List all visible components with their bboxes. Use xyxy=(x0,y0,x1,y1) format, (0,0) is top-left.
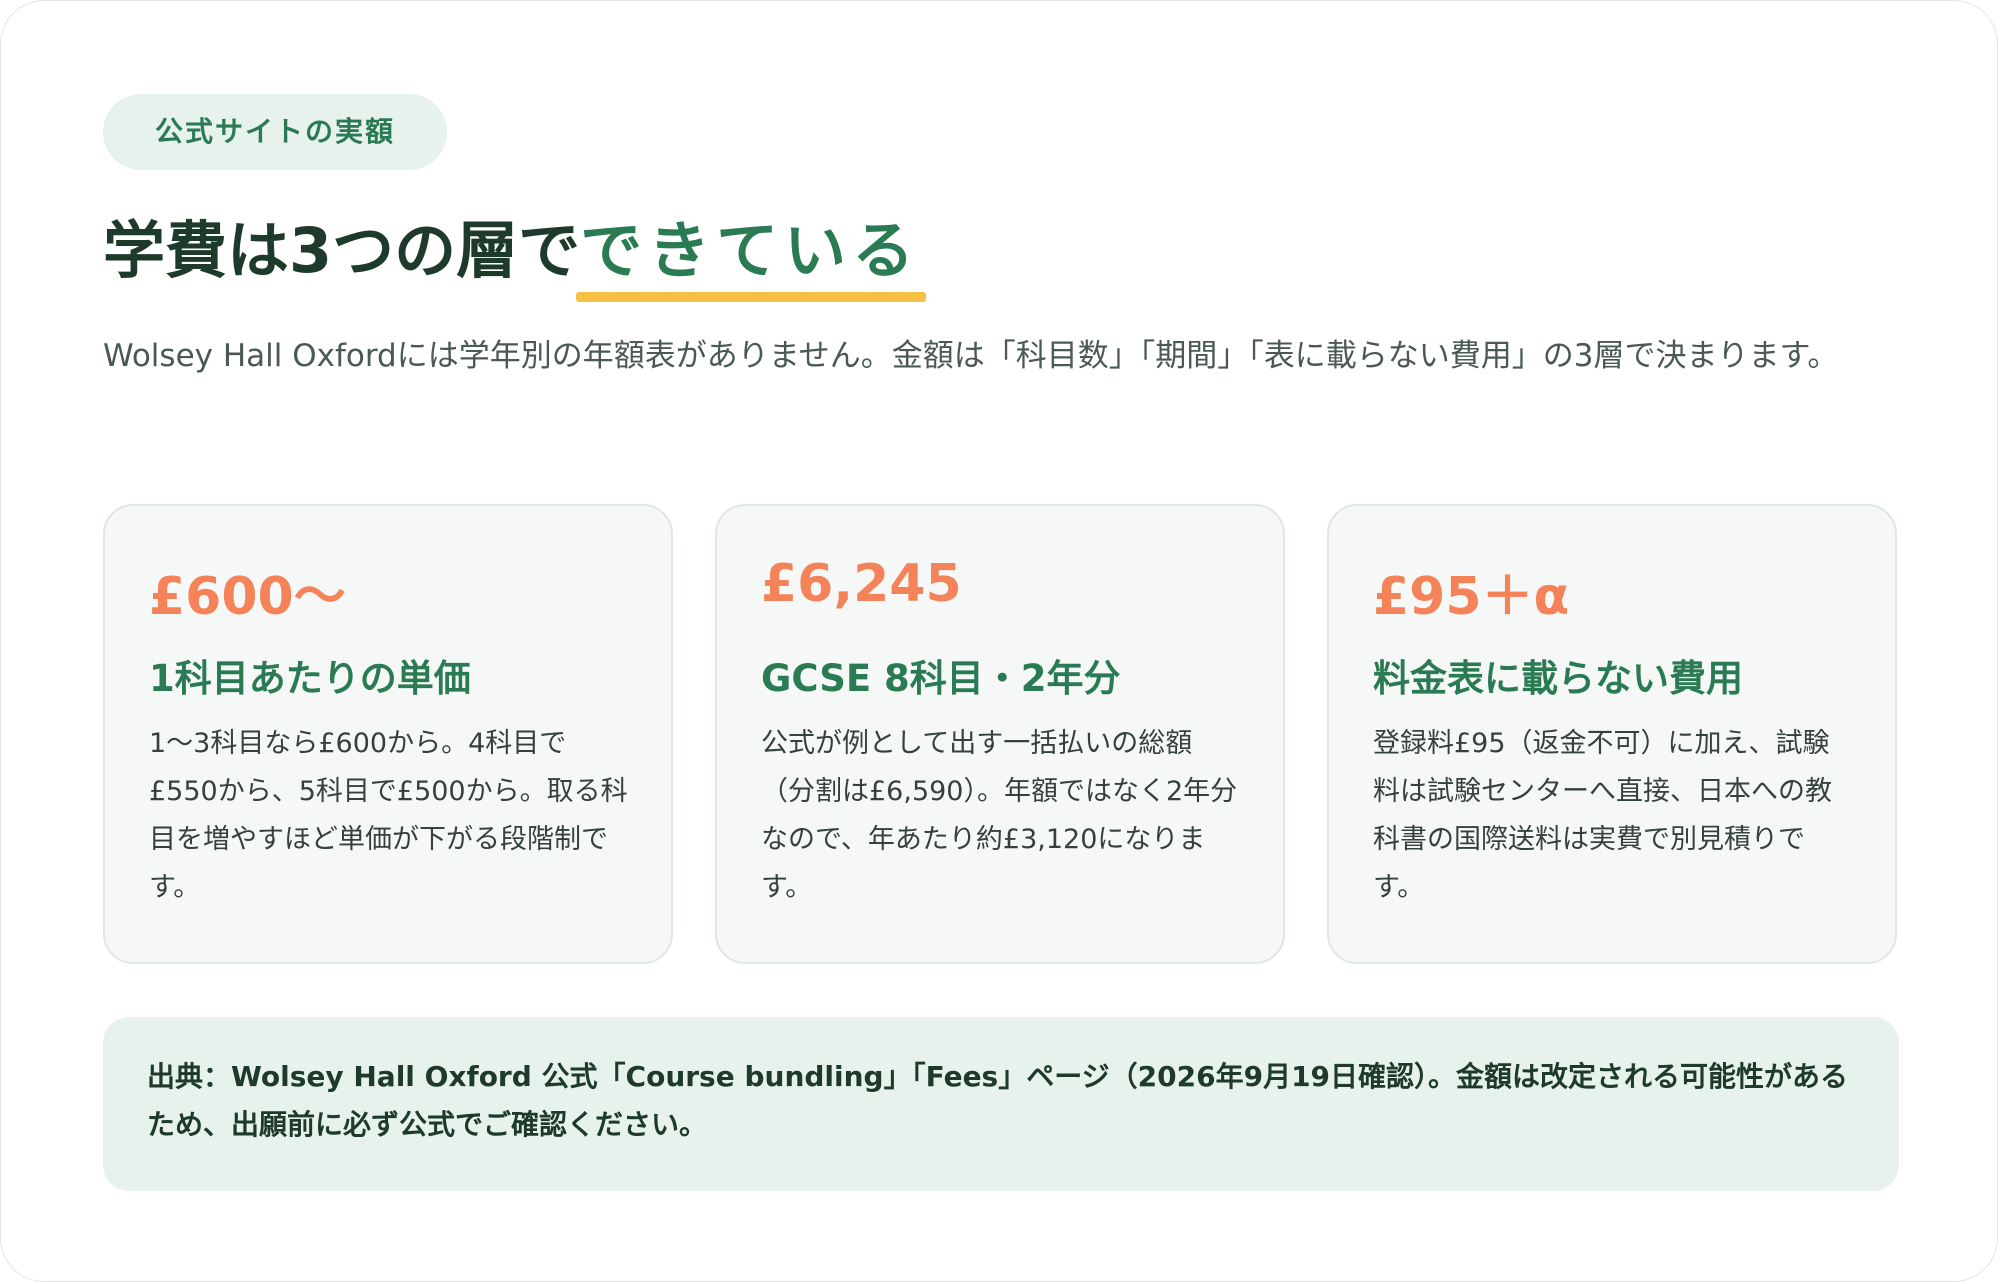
source-note: 出典：Wolsey Hall Oxford 公式「Course bundling… xyxy=(103,1017,1899,1191)
fee-description: 1〜3科目なら£600から。4科目で£550から、5科目で£500から。取る科目… xyxy=(149,728,628,903)
fee-title: GCSE 8科目・2年分 xyxy=(761,657,1121,700)
fee-description: 登録料£95（返金不可）に加え、試験料は試験センターへ直接、日本への教科書の国際… xyxy=(1373,728,1832,903)
fee-amount: £600〜 xyxy=(149,567,346,627)
page-title-main: 学費は3つの層で xyxy=(103,214,581,287)
fee-title: 1科目あたりの単価 xyxy=(149,657,471,700)
page-title: 学費は3つの層でできている xyxy=(103,206,927,302)
fee-card-per-subject: £600〜 1科目あたりの単価 1〜3科目なら£600から。4科目で£550から… xyxy=(103,504,673,964)
fee-card-extra-costs: £95＋α 料金表に載らない費用 登録料£95（返金不可）に加え、試験料は試験セ… xyxy=(1327,504,1897,964)
page-title-accent: できている xyxy=(576,206,927,302)
content-panel: 公式サイトの実額 学費は3つの層でできている Wolsey Hall Oxfor… xyxy=(0,0,1998,1282)
fee-amount: £6,245 xyxy=(761,554,962,614)
fee-card-gcse-total: £6,245 GCSE 8科目・2年分 公式が例として出す一括払いの総額（分割は… xyxy=(715,504,1285,964)
section-tag: 公式サイトの実額 xyxy=(103,94,447,170)
fee-description: 公式が例として出す一括払いの総額（分割は£6,590）。年額ではなく2年分なので… xyxy=(761,728,1238,903)
fee-title: 料金表に載らない費用 xyxy=(1373,657,1743,700)
intro-text: Wolsey Hall Oxfordには学年別の年額表がありません。金額は「科目… xyxy=(103,338,1839,374)
fee-amount: £95＋α xyxy=(1373,567,1570,627)
